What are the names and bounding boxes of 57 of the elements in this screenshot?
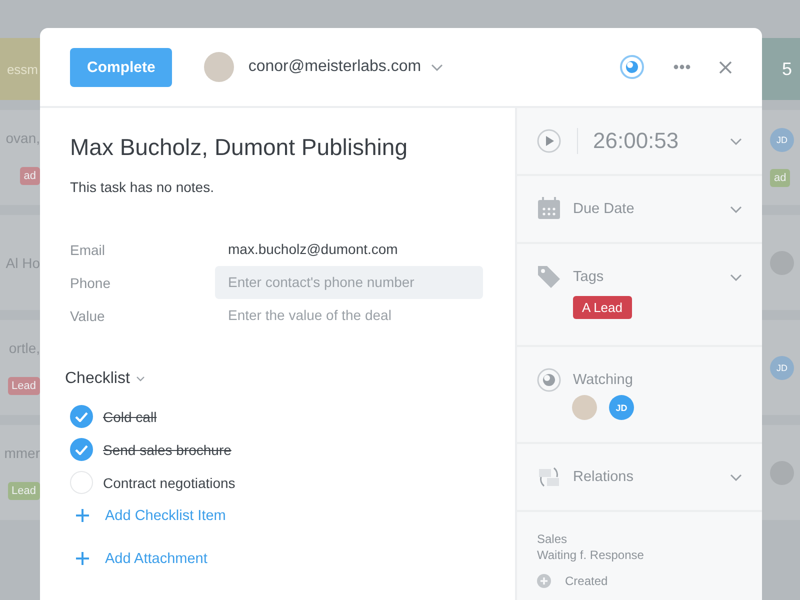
chevron-icon[interactable]: [136, 376, 145, 382]
plus-icon: [76, 552, 89, 565]
input-field[interactable]: Enter contact's phone number: [215, 266, 483, 299]
chevron-icon[interactable]: [730, 138, 742, 144]
checkbox[interactable]: [70, 405, 93, 428]
activity-label: Created: [565, 574, 608, 588]
tag: ad: [770, 168, 790, 187]
watch-icon[interactable]: [619, 54, 645, 80]
avatar: JD: [770, 128, 794, 152]
avatar: JD: [770, 356, 794, 380]
section-label[interactable]: Due Date: [573, 201, 730, 217]
column-header: 5: [762, 38, 800, 100]
add-link[interactable]: Add Attachment: [70, 542, 208, 575]
chevron-icon[interactable]: [730, 474, 742, 480]
section-label[interactable]: Tags: [573, 269, 730, 285]
section-label[interactable]: Relations: [573, 469, 730, 485]
notes-text: This task has no notes.: [70, 179, 215, 195]
avatar-photo-placeholder: [204, 52, 234, 82]
calendar-icon: [537, 197, 561, 221]
column-header: essm: [0, 38, 40, 100]
task-title: Max Bucholz, Dumont Publishing: [70, 134, 408, 161]
add-link[interactable]: Add Checklist Item: [70, 499, 226, 532]
assignee-email[interactable]: conor@meisterlabs.com: [248, 58, 422, 76]
checkmark-icon: [75, 444, 88, 454]
tag: Lead: [8, 376, 40, 395]
section-label: Watching: [573, 372, 634, 388]
relations-icon: [537, 465, 561, 489]
more-icon[interactable]: [673, 64, 691, 70]
tag: Lead: [8, 482, 40, 500]
field-label: Phone: [70, 274, 112, 290]
field-label: Value: [70, 308, 106, 324]
plus-icon: [76, 509, 89, 522]
chevron-icon[interactable]: [730, 206, 742, 212]
chevron-icon[interactable]: [431, 64, 444, 70]
avatar-photo-placeholder: [572, 395, 597, 420]
checklist-item-label: Cold call: [103, 408, 157, 424]
tag: ad: [20, 166, 40, 185]
checklist-item-label: Contract negotiations: [103, 474, 236, 490]
complete-button[interactable]: Complete: [70, 48, 172, 86]
chevron-icon[interactable]: [730, 274, 742, 280]
eye-icon: [537, 368, 561, 392]
checklist-title[interactable]: Checklist: [65, 370, 130, 388]
timer-readout: 26:00:53: [577, 128, 730, 154]
play-icon[interactable]: [537, 129, 561, 153]
checkmark-icon: [75, 412, 88, 422]
field-label: Email: [70, 242, 106, 258]
checkbox[interactable]: [70, 438, 93, 461]
tag-icon: [537, 265, 561, 289]
project-name: Sales: [537, 532, 568, 546]
section-name: Waiting f. Response: [537, 548, 645, 562]
tag[interactable]: A Lead: [573, 296, 632, 319]
checklist-item-label: Send sales brochure: [103, 442, 232, 458]
avatar: JD: [609, 395, 634, 420]
input-field[interactable]: Enter the value of the deal: [215, 299, 483, 332]
input-field[interactable]: max.bucholz@dumont.com: [215, 233, 483, 266]
close-icon[interactable]: [719, 60, 732, 74]
plus-circle-icon: [537, 574, 551, 588]
